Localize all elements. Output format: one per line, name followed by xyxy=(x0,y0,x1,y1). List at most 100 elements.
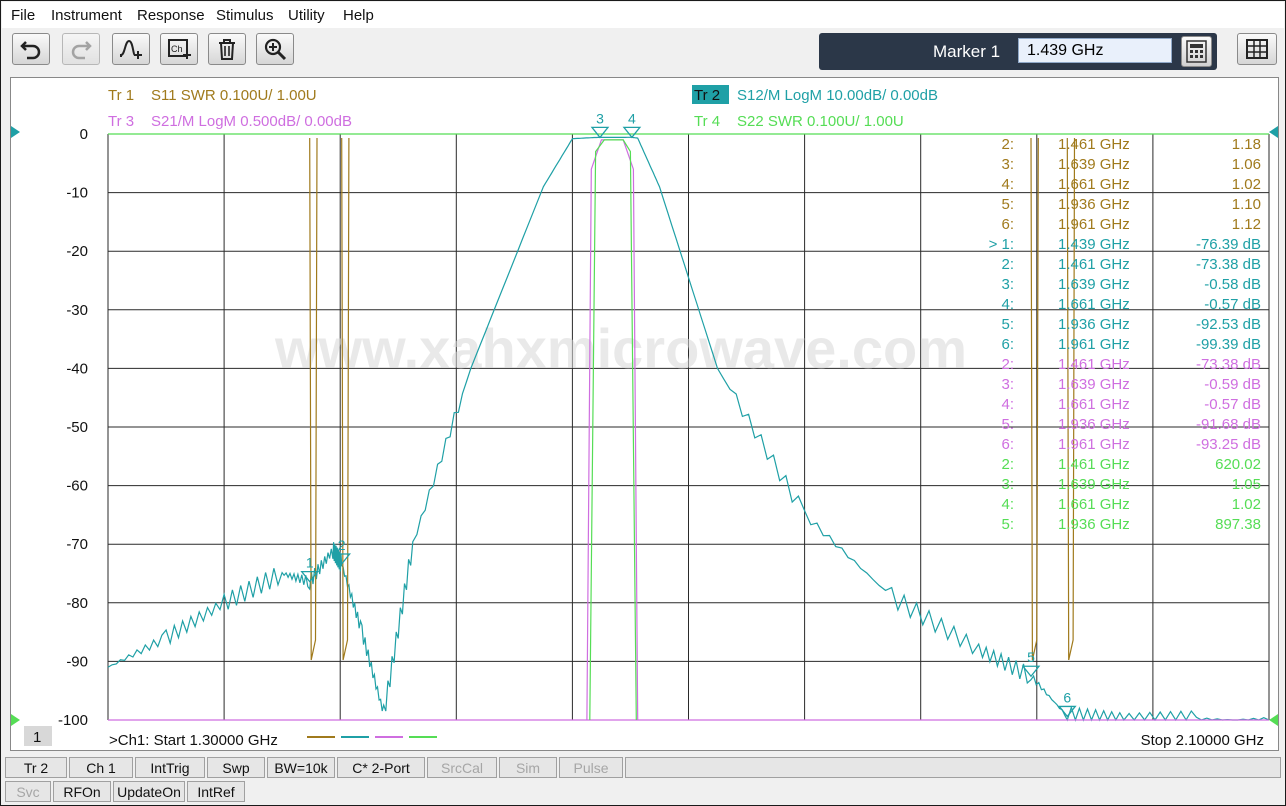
tr2-id[interactable]: Tr 2 xyxy=(694,87,720,104)
marker-row-frequency: 1.461 GHz xyxy=(1058,256,1130,273)
channel-number: 1 xyxy=(33,729,41,746)
marker-label: Marker 1 xyxy=(933,42,1001,61)
marker-row-value: -73.38 dB xyxy=(1196,256,1261,273)
marker-row-index: 4: xyxy=(1001,396,1014,413)
status-filler xyxy=(625,757,1281,778)
add-channel-button[interactable]: Ch xyxy=(160,33,198,65)
menu-help[interactable]: Help xyxy=(343,7,374,24)
delete-button[interactable] xyxy=(208,33,246,65)
marker-label: 1 xyxy=(306,555,314,571)
tr1-desc: S11 SWR 0.100U/ 1.00U xyxy=(151,87,317,104)
marker-row-index: 3: xyxy=(1001,156,1014,173)
menu-file[interactable]: File xyxy=(11,7,35,24)
marker-row-value: 620.02 xyxy=(1215,456,1261,473)
marker-label: 3 xyxy=(596,110,604,126)
redo-button[interactable] xyxy=(62,33,100,65)
marker-row-value: -0.57 dB xyxy=(1204,396,1261,413)
marker-label: 6 xyxy=(1063,689,1071,705)
marker-row-frequency: 1.961 GHz xyxy=(1058,336,1130,353)
menu-grid-button[interactable] xyxy=(1237,33,1277,65)
redo-icon xyxy=(71,41,92,60)
tr4-id[interactable]: Tr 4 xyxy=(694,113,720,130)
marker-panel: Marker 1 xyxy=(819,33,1217,70)
status-btn-sim[interactable]: Sim xyxy=(499,757,557,778)
status-btn-c-2-port[interactable]: C* 2-Port xyxy=(337,757,425,778)
undo-button[interactable] xyxy=(12,33,50,65)
y-tick-label: -20 xyxy=(66,243,88,260)
menu-response[interactable]: Response xyxy=(137,7,205,24)
stop-frequency[interactable]: Stop 2.10000 GHz xyxy=(1141,732,1264,749)
menu-stimulus[interactable]: Stimulus xyxy=(216,7,274,24)
zoom-button[interactable] xyxy=(256,33,294,65)
marker-row-index: 3: xyxy=(1001,476,1014,493)
marker-row-index: 4: xyxy=(1001,176,1014,193)
marker-row-frequency: 1.639 GHz xyxy=(1058,276,1130,293)
status-btn-srccal[interactable]: SrcCal xyxy=(427,757,497,778)
softkey-menu-icon xyxy=(1246,39,1268,59)
marker-row-index: 5: xyxy=(1001,516,1014,533)
marker-label: 5 xyxy=(1027,649,1035,665)
status-bar-top: Tr 2 Ch 1 IntTrig Swp BW=10k C* 2-Port SrcCal S… xyxy=(5,757,1283,779)
y-tick-label: -10 xyxy=(66,185,88,202)
status-btn-tr-2[interactable]: Tr 2 xyxy=(5,757,67,778)
menu-utility[interactable]: Utility xyxy=(288,7,325,24)
status-btn-bw-10k[interactable]: BW=10k xyxy=(267,757,335,778)
ref-pointer-right-green[interactable] xyxy=(1269,714,1278,726)
y-tick-label: -80 xyxy=(66,595,88,612)
marker-row-value: -0.58 dB xyxy=(1204,276,1261,293)
marker-row-frequency: 1.661 GHz xyxy=(1058,296,1130,313)
marker-row-index: 5: xyxy=(1001,316,1014,333)
y-tick-label: 0 xyxy=(80,126,88,143)
marker-row-value: -91.68 dB xyxy=(1196,416,1261,433)
marker-row-index: 2: xyxy=(1001,256,1014,273)
menu-instrument[interactable]: Instrument xyxy=(51,7,122,24)
status-btn-rfon[interactable]: RFOn xyxy=(53,781,111,802)
status-btn-updateon[interactable]: UpdateOn xyxy=(113,781,185,802)
tr1-id[interactable]: Tr 1 xyxy=(108,87,134,104)
marker-row-frequency: 1.439 GHz xyxy=(1058,236,1130,253)
marker-row-index: 2: xyxy=(1001,136,1014,153)
tr3-id[interactable]: Tr 3 xyxy=(108,113,134,130)
marker-label: 2 xyxy=(338,537,346,553)
status-btn-swp[interactable]: Swp xyxy=(207,757,265,778)
marker-row-value: 1.18 xyxy=(1232,136,1261,153)
status-btn-inttrig[interactable]: IntTrig xyxy=(135,757,205,778)
marker-row-frequency: 1.661 GHz xyxy=(1058,396,1130,413)
marker-row-frequency: 1.961 GHz xyxy=(1058,216,1130,233)
marker-row-frequency: 1.639 GHz xyxy=(1058,376,1130,393)
ref-pointer-left[interactable] xyxy=(11,126,20,138)
y-tick-label: -70 xyxy=(66,536,88,553)
y-tick-label: -40 xyxy=(66,360,88,377)
marker-row-frequency: 1.461 GHz xyxy=(1058,136,1130,153)
calculator-button[interactable] xyxy=(1181,36,1212,67)
marker-row-frequency: 1.661 GHz xyxy=(1058,176,1130,193)
tr3-desc: S21/M LogM 0.500dB/ 0.00dB xyxy=(151,113,352,130)
status-btn-pulse[interactable]: Pulse xyxy=(559,757,623,778)
trace-display[interactable]: www.xahxmicrowave.com 0 -10 -20 -30 -40 -50 -6… xyxy=(10,77,1279,751)
y-tick-label: -30 xyxy=(66,302,88,319)
marker-frequency-input[interactable] xyxy=(1018,38,1172,63)
marker-row-value: -92.53 dB xyxy=(1196,316,1261,333)
marker-row-value: -0.59 dB xyxy=(1204,376,1261,393)
marker-row-frequency: 1.461 GHz xyxy=(1058,356,1130,373)
ref-pointer-right[interactable] xyxy=(1269,126,1278,138)
status-btn-svc[interactable]: Svc xyxy=(5,781,51,802)
status-bar-bottom: Svc RFOn UpdateOn IntRef xyxy=(5,781,1283,803)
chart-canvas[interactable]: www.xahxmicrowave.com 0 -10 -20 -30 -40 -50 -6… xyxy=(11,78,1278,750)
calculator-icon xyxy=(1186,40,1207,63)
marker-row-index: 2: xyxy=(1001,456,1014,473)
add-marker-button[interactable] xyxy=(112,33,150,65)
marker-row-frequency: 1.936 GHz xyxy=(1058,416,1130,433)
marker-row-index: 6: xyxy=(1001,436,1014,453)
ref-pointer-left-green[interactable] xyxy=(11,714,20,726)
app-window: File Instrument Response Stimulus Utilit… xyxy=(0,0,1286,806)
marker-triangle xyxy=(622,126,642,139)
marker-row-index: 6: xyxy=(1001,336,1014,353)
start-frequency[interactable]: >Ch1: Start 1.30000 GHz xyxy=(109,732,278,749)
y-tick-label: -90 xyxy=(66,653,88,670)
zoom-icon xyxy=(264,38,287,61)
marker-row-value: -0.57 dB xyxy=(1204,296,1261,313)
status-btn-intref[interactable]: IntRef xyxy=(187,781,245,802)
channel-add-icon: Ch xyxy=(168,39,191,59)
status-btn-ch-1[interactable]: Ch 1 xyxy=(69,757,133,778)
